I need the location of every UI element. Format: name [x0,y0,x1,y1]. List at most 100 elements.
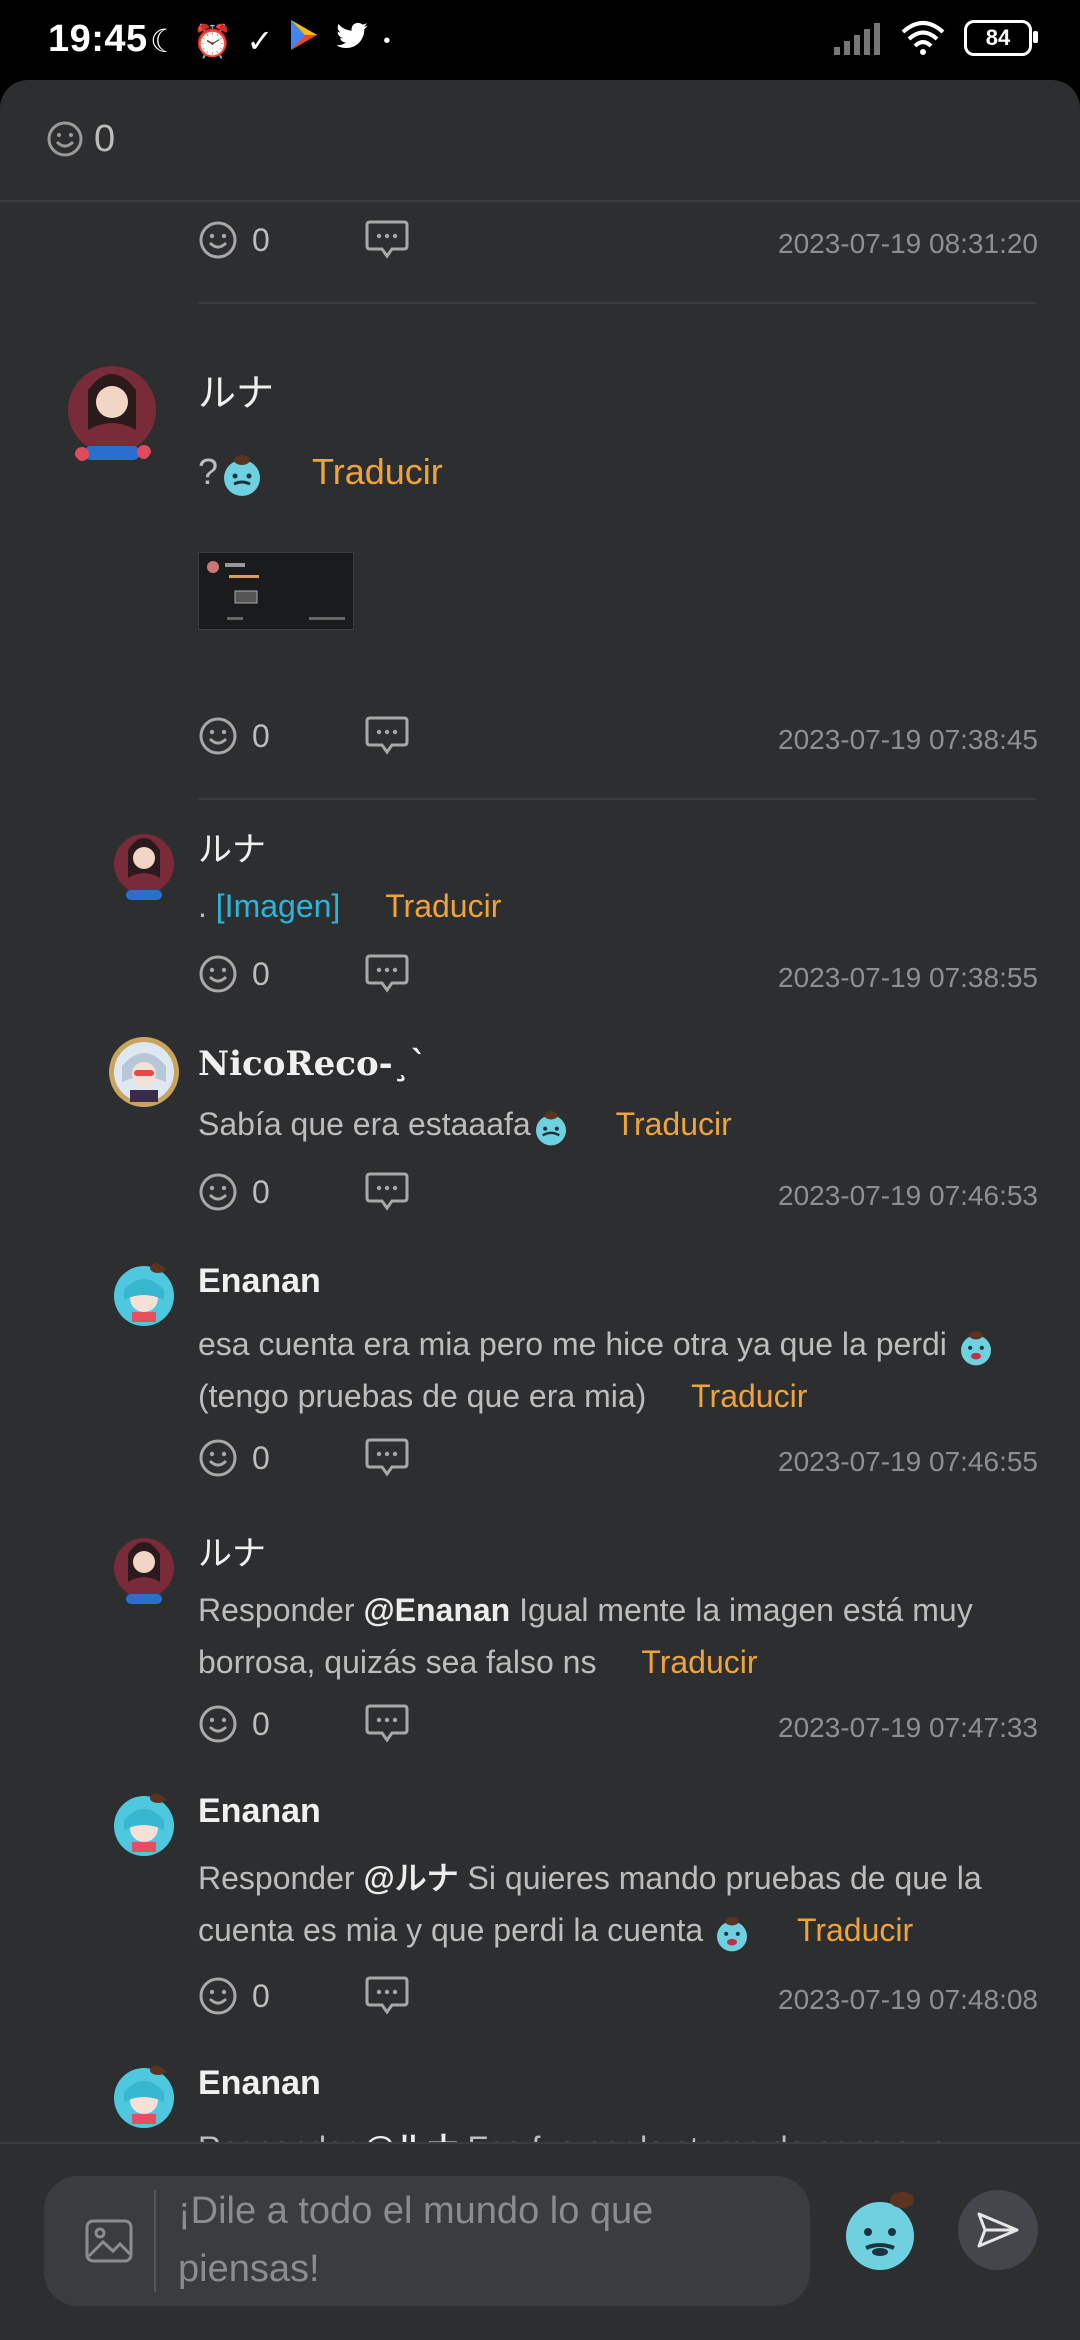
comment-body: Sabía que era estaaafa [198,1106,531,1142]
comment-text: . [Imagen] Traducir [198,880,1028,932]
reply-button[interactable] [364,1170,410,1219]
comment-date: 2023-07-19 07:38:45 [778,724,1038,755]
like-button[interactable]: 0 [198,1704,270,1744]
image-link[interactable]: [Imagen] [216,888,341,924]
avatar[interactable] [112,2062,176,2130]
translate-button[interactable]: Traducir [312,451,443,492]
avatar[interactable] [108,1036,180,1108]
comment-text: esa cuenta era mia pero me hice otra ya … [198,1318,1028,1422]
smile-icon [199,1439,237,1477]
twitter-icon [335,19,369,63]
sticker-emoji-icon [218,450,266,498]
comment-icon [365,1976,409,2015]
comment-actions: 0 2023-07-19 07:47:33 [198,1698,1038,1758]
battery-indicator: 84 [964,20,1038,56]
like-button[interactable]: 0 [198,1976,270,2016]
avatar[interactable] [112,1790,176,1858]
sticker-icon[interactable] [840,2182,920,2283]
comment-text: Responder @Enanan Igual mente la imagen … [198,1584,1028,1688]
reply-button[interactable] [364,218,410,267]
comments-list[interactable]: 0 2023-07-19 08:31:20 ルナ ? Traducir 0 20… [0,202,1080,2142]
comment-actions: 0 2023-07-19 07:38:55 [198,948,1038,1008]
comment-icon [365,1172,409,1211]
mention-link[interactable]: @Enanan [363,1592,510,1628]
sticker-emoji-icon [531,1107,571,1147]
comment-date: 2023-07-19 07:46:53 [778,1180,1038,1211]
image-icon[interactable] [84,2218,134,2269]
author-name[interactable]: Enanan [198,2064,321,2103]
comment-text: Responder @ルナ Si quieres mando pruebas d… [198,1852,1028,1956]
author-name[interactable]: Enanan [198,1262,321,1301]
smile-icon[interactable] [46,120,84,163]
avatar[interactable] [112,1524,176,1612]
comment-actions: 0 2023-07-19 08:31:20 [198,214,1038,274]
like-count: 0 [252,1977,270,2014]
like-button[interactable]: 0 [198,1172,270,1212]
check-icon: ✓ [246,22,274,59]
status-bar: 19:45 ☾ ⏰ ✓ • 84 [0,0,1080,80]
comment-actions: 0 2023-07-19 07:46:53 [198,1166,1038,1226]
comment-actions: 0 2023-07-19 07:46:55 [198,1432,1038,1492]
comment-input-placeholder[interactable]: ¡Dile a todo el mundo lo que piensas! [178,2182,778,2298]
alarm-icon: ⏰ [192,22,233,59]
reply-prefix: Responder [198,1592,364,1628]
comment-icon [365,220,409,259]
like-count: 0 [252,1705,270,1742]
reply-prefix: Responder [198,1860,364,1896]
like-button[interactable]: 0 [198,716,270,756]
comment-input[interactable]: ¡Dile a todo el mundo lo que piensas! [44,2176,810,2306]
mention-link[interactable]: @ルナ [363,2130,458,2142]
author-name[interactable]: Enanan [198,1792,321,1831]
avatar[interactable] [112,820,176,908]
avatar[interactable] [64,350,160,470]
author-name[interactable]: ルナ [198,822,266,871]
like-count: 0 [252,955,270,992]
translate-button[interactable]: Traducir [385,888,501,924]
moon-icon: ☾ [150,22,179,59]
send-button[interactable] [958,2190,1038,2270]
like-button[interactable]: 0 [198,1438,270,1478]
reply-button[interactable] [364,952,410,1001]
smile-icon [199,717,237,755]
input-separator [154,2190,156,2292]
comment-text: Sabía que era estaaafa Traducir [198,1098,1028,1150]
smile-icon [199,1977,237,2015]
comment-date: 2023-07-19 07:38:55 [778,962,1038,993]
status-left-icons: ☾ ⏰ ✓ • [150,18,390,63]
battery-level: 84 [985,25,1011,50]
translate-button[interactable]: Traducir [641,1644,757,1680]
status-dot: • [383,29,391,52]
comment-icon [365,954,409,993]
composer-bar: ¡Dile a todo el mundo lo que piensas! [0,2142,1080,2340]
avatar[interactable] [112,1260,176,1328]
translate-button[interactable]: Traducir [691,1378,807,1414]
comment-date: 2023-07-19 07:46:55 [778,1446,1038,1477]
author-name[interactable]: NicoReco-¸` [198,1044,427,1084]
like-button[interactable]: 0 [198,220,270,260]
attached-image-thumbnail[interactable] [198,552,354,630]
comment-date: 2023-07-19 07:47:33 [778,1712,1038,1743]
comment-text: Responder @ルナ Eso fue por lo stamp de pe… [198,2122,1028,2142]
comment-icon [365,1704,409,1743]
sticker-emoji-icon [956,1327,996,1367]
reply-button[interactable] [364,714,410,763]
reply-button[interactable] [364,1436,410,1485]
translate-button[interactable]: Traducir [797,1912,913,1948]
wifi-icon [901,21,945,55]
like-button[interactable]: 0 [198,954,270,994]
send-icon [977,2212,1019,2248]
comment-date: 2023-07-19 08:31:20 [778,228,1038,259]
comment-icon [365,716,409,755]
author-name[interactable]: ルナ [198,362,274,417]
reply-button[interactable] [364,1702,410,1751]
translate-button[interactable]: Traducir [616,1106,732,1142]
like-count: 0 [252,221,270,258]
smile-icon [199,221,237,259]
reply-button[interactable] [364,1974,410,2023]
mention-link[interactable]: @ルナ [363,1860,458,1896]
comment-body: . [198,888,216,924]
status-right-icons: 84 [832,20,1038,56]
comment-icon [365,1438,409,1477]
comment-body-line2: (tengo pruebas de que era mia) [198,1378,647,1414]
author-name[interactable]: ルナ [198,1526,266,1575]
